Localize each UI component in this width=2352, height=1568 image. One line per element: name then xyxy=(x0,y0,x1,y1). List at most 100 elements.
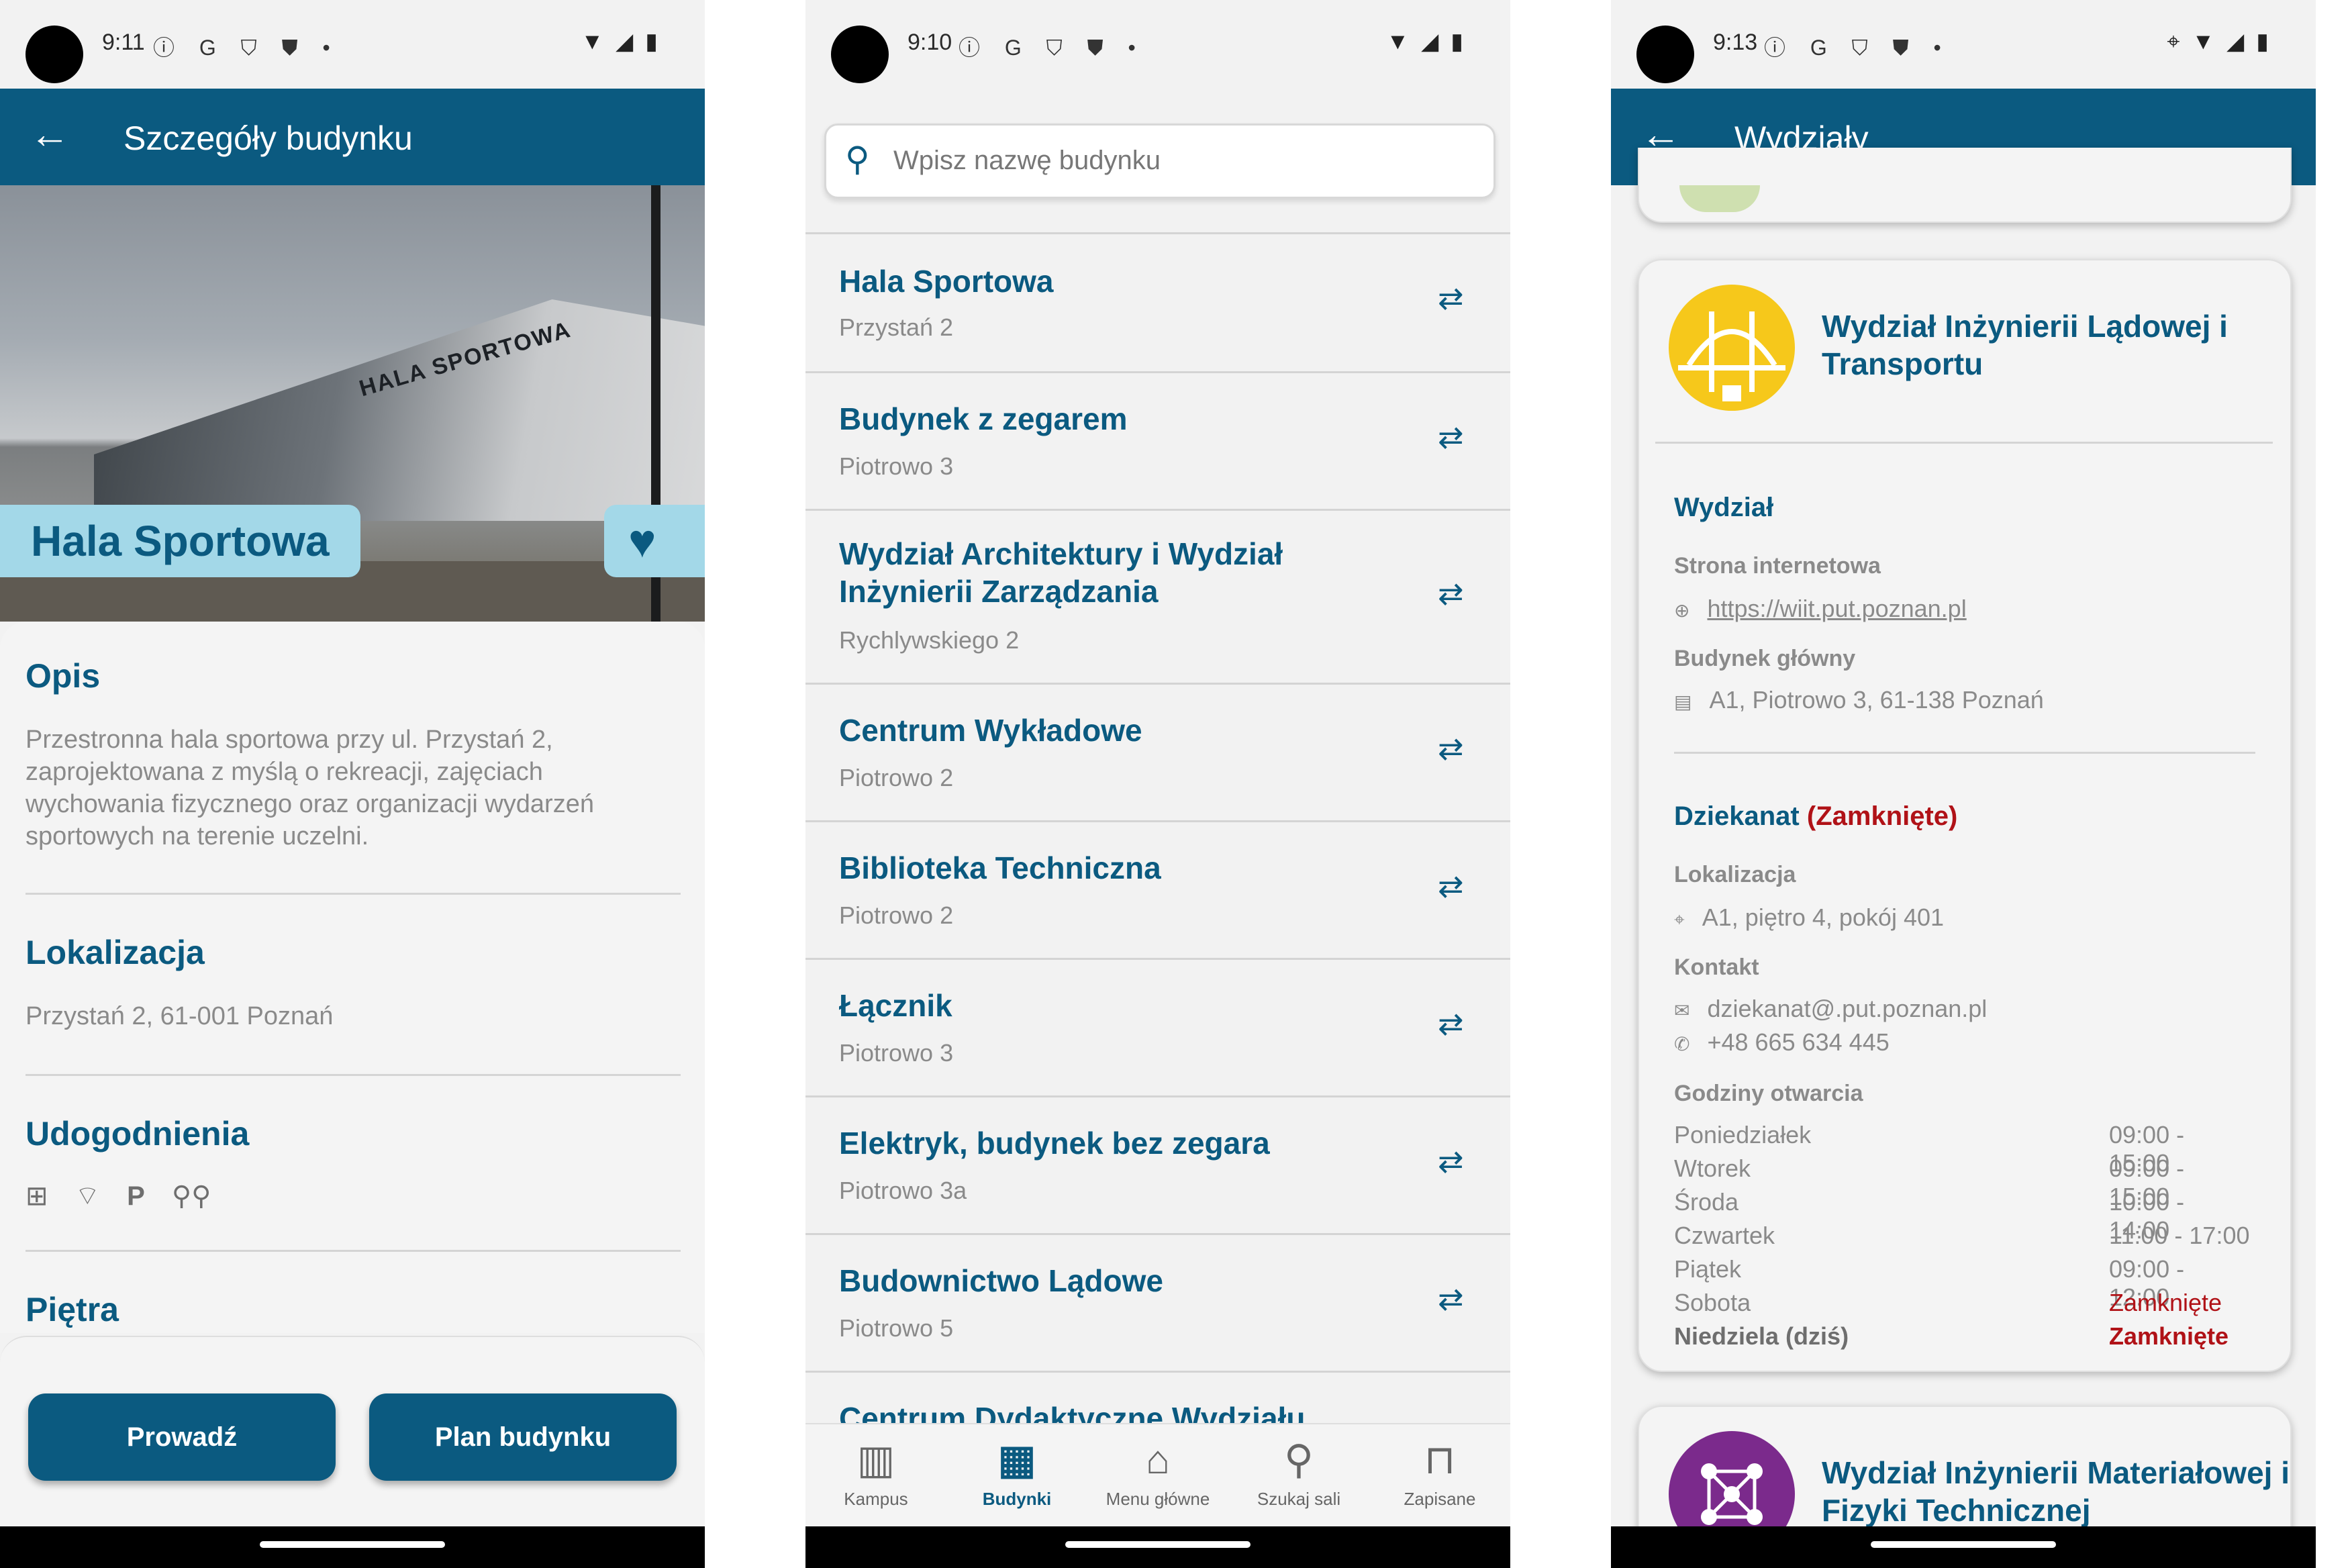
bookmark-icon: ⊓ xyxy=(1424,1437,1456,1482)
details-sheet[interactable]: Opis Przestronna hala sportowa przy ul. … xyxy=(0,622,705,1333)
building-icon: ▤ xyxy=(1674,691,1692,712)
divider xyxy=(1655,442,2273,444)
divider xyxy=(26,1074,681,1076)
list-item[interactable]: Biblioteka Techniczna Piotrowo 2 ⇄ xyxy=(805,822,1510,960)
amenities-heading: Udogodnienia xyxy=(26,1115,250,1153)
nav-item-menu[interactable]: ⌂ Menu główne xyxy=(1087,1436,1228,1510)
day: Czwartek xyxy=(1674,1222,1775,1249)
location-label: Lokalizacja xyxy=(1674,862,1796,887)
email-value[interactable]: dziekanat@.put.poznan.pl xyxy=(1707,995,1987,1022)
navigate-button[interactable]: Prowadź xyxy=(28,1393,336,1481)
day: Sobota xyxy=(1674,1289,1751,1316)
floors-heading: Piętra xyxy=(26,1291,119,1328)
building-shape xyxy=(94,299,705,521)
faculty-section-heading: Wydział xyxy=(1674,493,1774,522)
list-item[interactable]: Elektryk, budynek bez zegara Piotrowo 3a… xyxy=(805,1097,1510,1235)
search-input[interactable]: ⚲ Wpisz nazwę budynku xyxy=(824,124,1496,199)
status-bar: 9:13 ⓘ G ⛉ ⛊ • ⌖ ▼ ◢ ▮ xyxy=(1611,0,2316,89)
hours-row: Sobota Zamknięte xyxy=(1674,1289,2251,1322)
hours-row-today: Niedziela (dziś) Zamknięte xyxy=(1674,1322,2251,1356)
website-link[interactable]: https://wiit.put.poznan.pl xyxy=(1707,595,1966,622)
swap-icon[interactable]: ⇄ xyxy=(1438,868,1464,904)
hours-row: Poniedziałek 09:00 - 15:00 xyxy=(1674,1121,2251,1177)
home-handle[interactable] xyxy=(1871,1541,2056,1548)
home-handle[interactable] xyxy=(260,1541,445,1548)
status-notification-icons: ⓘ G ⛉ ⛊ • xyxy=(153,36,340,60)
battery-icon: ▮ xyxy=(2256,29,2269,54)
swap-icon[interactable]: ⇄ xyxy=(1438,1143,1464,1179)
divider xyxy=(26,893,681,895)
search-icon: ⚲ xyxy=(1284,1437,1314,1482)
bottom-navigation: ▥ Kampus ▦ Budynki ⌂ Menu główne ⚲ Szuka… xyxy=(805,1423,1510,1528)
nav-label: Szukaj sali xyxy=(1257,1489,1341,1509)
list-item[interactable]: Łącznik Piotrowo 3 ⇄ xyxy=(805,960,1510,1097)
phone-icon: ✆ xyxy=(1674,1034,1690,1055)
faculty-card-previous[interactable] xyxy=(1638,148,2292,223)
building-address: Piotrowo 2 xyxy=(839,764,954,791)
list-item[interactable]: Wydział Architektury i Wydział Inżynieri… xyxy=(805,511,1510,685)
search-placeholder: Wpisz nazwę budynku xyxy=(893,146,1161,175)
faculty-name: Wydział Inżynierii Lądowej i Transportu xyxy=(1822,309,2228,381)
wifi-icon: ▼ xyxy=(2192,29,2215,54)
swap-icon[interactable]: ⇄ xyxy=(1438,280,1464,316)
signal-icon: ◢ xyxy=(2226,29,2245,54)
camera-cutout xyxy=(831,26,889,83)
favorite-button[interactable]: ♥ xyxy=(604,505,705,577)
divider xyxy=(1674,752,2255,754)
wifi-icon: ▼ xyxy=(1386,29,1410,54)
divider xyxy=(26,1250,681,1252)
amenities-icons: ⊞ ⌔ P ⚲⚲ xyxy=(26,1179,238,1212)
location-value: A1, piętro 4, pokój 401 xyxy=(1702,903,1945,931)
building-details-screen: 9:11 ⓘ G ⛉ ⛊ • ▼ ◢ ▮ ← Szczegóły budynku H… xyxy=(0,0,705,1568)
status-time: 9:11 xyxy=(102,30,145,55)
nav-item-kampus[interactable]: ▥ Kampus xyxy=(805,1436,946,1510)
location-icon: ⌖ xyxy=(2167,29,2180,54)
hours-row: Środa 10:00 - 14:00 xyxy=(1674,1188,2251,1244)
building-plan-button[interactable]: Plan budynku xyxy=(369,1393,677,1481)
bridge-icon xyxy=(1678,311,1785,401)
signal-icon: ◢ xyxy=(616,29,634,54)
list-item[interactable]: Centrum Wykładowe Piotrowo 2 ⇄ xyxy=(805,685,1510,822)
building-name: Łącznik xyxy=(839,988,952,1023)
nav-item-budynki[interactable]: ▦ Budynki xyxy=(946,1436,1087,1510)
nav-item-saved[interactable]: ⊓ Zapisane xyxy=(1369,1436,1510,1510)
mail-icon: ✉ xyxy=(1674,1000,1690,1021)
swap-icon[interactable]: ⇄ xyxy=(1438,1281,1464,1317)
faculty-name: Wydział Inżynierii Materiałowej i Fizyki… xyxy=(1822,1455,2290,1528)
list-item[interactable]: Budynek z zegarem Piotrowo 3 ⇄ xyxy=(805,373,1510,511)
building-address: Przystań 2 xyxy=(839,313,954,341)
map-icon: ▥ xyxy=(856,1437,895,1482)
hours: 11:00 - 17:00 xyxy=(2109,1222,2250,1249)
day: Środa xyxy=(1674,1188,1739,1216)
status-notification-icons: ⓘ G ⛉ ⛊ • xyxy=(1764,36,1951,60)
swap-icon[interactable]: ⇄ xyxy=(1438,730,1464,767)
building-name: Centrum Wykładowe xyxy=(839,713,1142,748)
globe-icon: ⊕ xyxy=(1674,600,1690,621)
swap-icon[interactable]: ⇄ xyxy=(1438,419,1464,455)
building-name-label: Hala Sportowa xyxy=(0,505,360,577)
building-address: Piotrowo 2 xyxy=(839,901,954,929)
swap-icon[interactable]: ⇄ xyxy=(1438,1006,1464,1042)
building-name: Budownictwo Lądowe xyxy=(839,1263,1163,1298)
list-item[interactable]: Hala Sportowa Przystań 2 ⇄ xyxy=(805,234,1510,373)
nav-item-search[interactable]: ⚲ Szukaj sali xyxy=(1228,1436,1369,1510)
building-address: Piotrowo 3 xyxy=(839,1039,954,1067)
first-aid-icon: ⊞ xyxy=(26,1181,48,1211)
nav-label: Menu główne xyxy=(1106,1489,1210,1509)
nav-label: Zapisane xyxy=(1404,1489,1476,1509)
nav-label: Kampus xyxy=(844,1489,908,1509)
heart-icon: ♥ xyxy=(628,515,656,567)
pin-icon: ⌖ xyxy=(1674,909,1685,930)
list-item[interactable]: Budownictwo Lądowe Piotrowo 5 ⇄ xyxy=(805,1235,1510,1373)
swap-icon[interactable]: ⇄ xyxy=(1438,575,1464,611)
buildings-list-screen: 9:10 ⓘ G ⛉ ⛊ • ▼ ◢ ▮ ⚲ Wpisz nazwę budynku… xyxy=(805,0,1510,1568)
faculty-card[interactable]: Wydział Inżynierii Lądowej i Transportu … xyxy=(1638,259,2292,1372)
hours-closed: Zamknięte xyxy=(2109,1322,2229,1350)
home-handle[interactable] xyxy=(1065,1541,1251,1548)
signal-icon: ◢ xyxy=(1421,29,1439,54)
phone-value[interactable]: +48 665 634 445 xyxy=(1707,1028,1889,1056)
faculties-screen: 9:13 ⓘ G ⛉ ⛊ • ⌖ ▼ ◢ ▮ ← Wydziały Wydział I… xyxy=(1611,0,2316,1568)
day: Poniedziałek xyxy=(1674,1121,1812,1148)
back-arrow-icon[interactable]: ← xyxy=(30,113,70,156)
building-address: Piotrowo 3a xyxy=(839,1177,967,1204)
